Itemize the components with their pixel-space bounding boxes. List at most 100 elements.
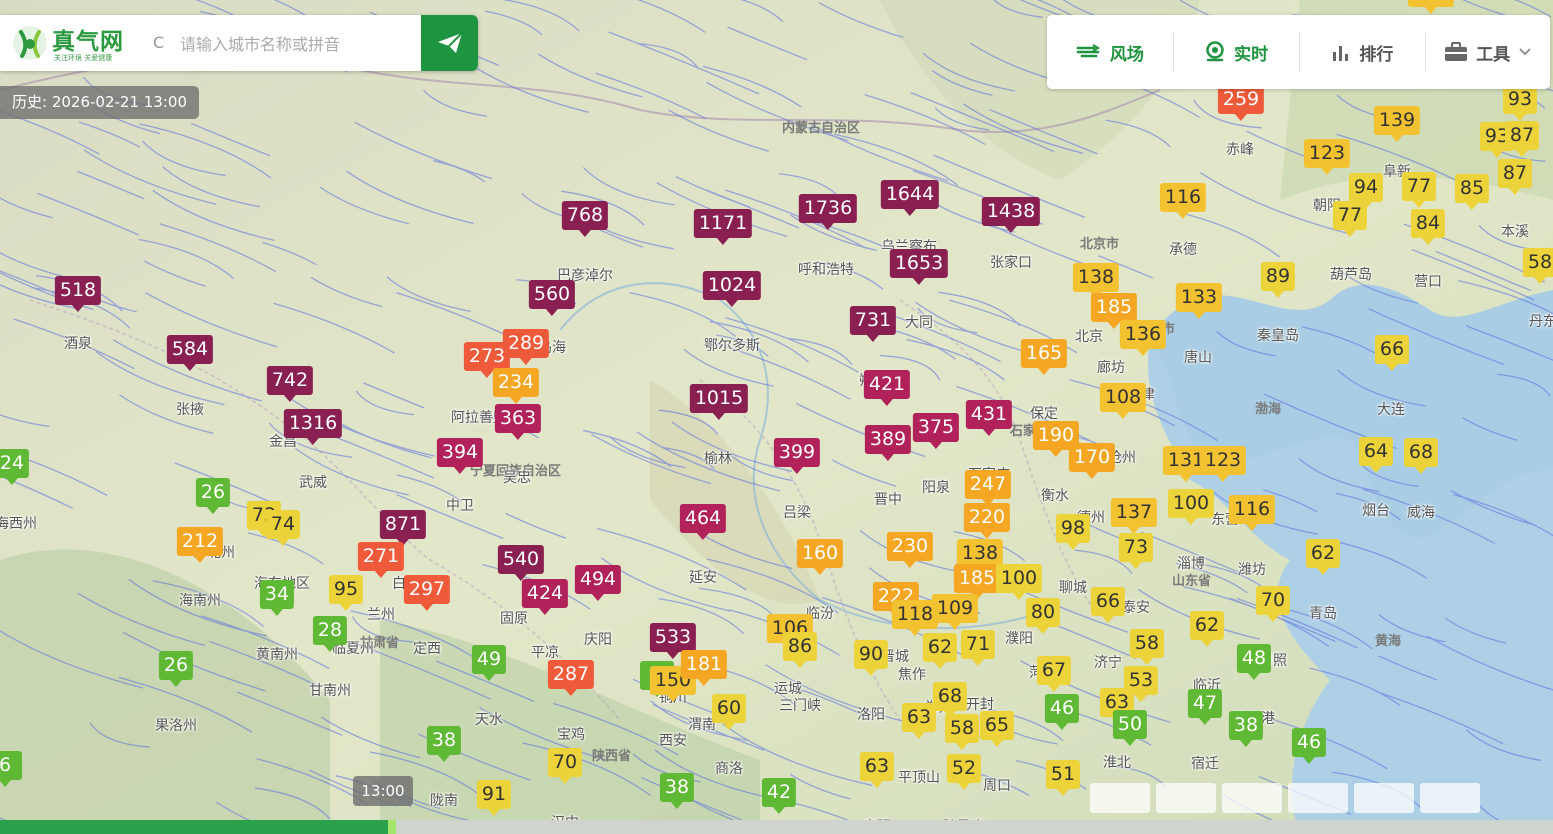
aqi-marker[interactable]: 234	[492, 368, 540, 404]
city-label[interactable]: 平顶山	[898, 767, 940, 787]
aqi-marker[interactable]: 60	[711, 694, 747, 730]
aqi-marker[interactable]: 98	[1055, 514, 1091, 550]
city-label[interactable]: 庆阳	[584, 629, 612, 649]
city-label[interactable]: 商洛	[715, 758, 743, 778]
city-label[interactable]: 酒泉	[64, 333, 92, 353]
city-label[interactable]: 海南州	[179, 590, 221, 610]
map-canvas[interactable]: 内蒙古自治区北京市天津市陕西省山东省甘肃省宁夏回族自治区石家庄市黄海渤海 126…	[0, 0, 1553, 834]
aqi-marker[interactable]: 421	[863, 370, 911, 406]
aqi-marker[interactable]: 399	[773, 438, 821, 474]
aqi-marker[interactable]: 66	[1090, 587, 1126, 623]
city-label[interactable]: 淄博	[1177, 553, 1205, 573]
aqi-marker[interactable]: 70	[1255, 586, 1291, 622]
aqi-marker[interactable]: 424	[521, 579, 569, 615]
aqi-marker[interactable]: 90	[853, 640, 889, 676]
wind-field-button[interactable]: 风场	[1047, 15, 1173, 89]
aqi-marker[interactable]: 584	[166, 335, 214, 371]
aqi-marker[interactable]: 68	[932, 682, 968, 718]
aqi-marker[interactable]: 46	[1044, 694, 1080, 730]
city-label[interactable]: 黄南州	[256, 644, 298, 664]
city-label[interactable]: 海西州	[0, 513, 37, 533]
aqi-marker[interactable]: 389	[864, 425, 912, 461]
aqi-marker[interactable]: 87	[1504, 121, 1540, 157]
aqi-marker[interactable]: 394	[436, 438, 484, 474]
city-label[interactable]: 阳泉	[922, 477, 950, 497]
aqi-marker[interactable]: 62	[1189, 611, 1225, 647]
city-label[interactable]: 青岛	[1309, 603, 1337, 623]
city-label[interactable]: 大同	[905, 312, 933, 332]
city-label[interactable]: 呼和浩特	[798, 259, 854, 279]
aqi-marker[interactable]: 46	[1291, 728, 1327, 764]
aqi-marker[interactable]: 133	[1175, 283, 1223, 319]
city-label[interactable]: 三门峡	[779, 695, 821, 715]
city-label[interactable]: 焦作	[898, 664, 926, 684]
aqi-marker[interactable]: 137	[1110, 498, 1158, 534]
city-label[interactable]: 陇南	[430, 790, 458, 810]
city-label[interactable]: 保定	[1030, 403, 1058, 423]
aqi-marker[interactable]: 74	[265, 510, 301, 546]
aqi-marker[interactable]: 100	[995, 564, 1043, 600]
aqi-marker[interactable]: 1644	[880, 180, 940, 216]
aqi-marker[interactable]: 116	[1228, 495, 1276, 531]
aqi-marker[interactable]: 26	[158, 651, 194, 687]
aqi-marker[interactable]: 1015	[689, 384, 749, 420]
aqi-marker[interactable]: 1736	[798, 194, 858, 230]
aqi-marker[interactable]: 731	[849, 306, 897, 342]
aqi-marker[interactable]: 109	[931, 594, 979, 630]
city-label[interactable]: 果洛州	[155, 715, 197, 735]
aqi-marker[interactable]: 87	[1497, 159, 1533, 195]
city-label[interactable]: 鄂尔多斯	[704, 335, 760, 355]
city-label[interactable]: 泰安	[1122, 597, 1150, 617]
aqi-marker[interactable]: 165	[1020, 339, 1068, 375]
search-button[interactable]	[421, 15, 478, 71]
city-label[interactable]: 宝鸡	[557, 724, 585, 744]
aqi-marker[interactable]: 47	[1187, 689, 1223, 725]
aqi-marker[interactable]: 38	[659, 773, 695, 809]
aqi-marker[interactable]: 212	[176, 527, 224, 563]
city-label[interactable]: 西安	[659, 730, 687, 750]
aqi-marker[interactable]: 259	[1217, 85, 1265, 121]
city-label[interactable]: 宿迁	[1191, 753, 1219, 773]
aqi-marker[interactable]: 95	[328, 575, 364, 611]
aqi-marker[interactable]: 100	[1167, 489, 1215, 525]
aqi-marker[interactable]: 139	[1373, 106, 1421, 142]
city-label[interactable]: 甘南州	[309, 680, 351, 700]
aqi-marker[interactable]: 560	[528, 280, 576, 316]
aqi-marker[interactable]: 871	[379, 510, 427, 546]
city-label[interactable]: 平凉	[531, 642, 559, 662]
realtime-button[interactable]: 实时	[1174, 15, 1299, 89]
city-label[interactable]: 周口	[983, 775, 1011, 795]
aqi-marker[interactable]: 742	[266, 366, 314, 402]
city-label[interactable]: 丹东	[1529, 311, 1553, 331]
aqi-marker[interactable]: 1653	[889, 249, 949, 285]
city-label[interactable]: 烟台	[1362, 500, 1390, 520]
aqi-marker[interactable]: 1438	[981, 197, 1041, 233]
aqi-marker[interactable]: 170	[1068, 443, 1116, 479]
aqi-marker[interactable]: 84	[1410, 209, 1446, 245]
city-label[interactable]: 兰州	[367, 604, 395, 624]
city-label[interactable]: 秦皇岛	[1257, 325, 1299, 345]
aqi-marker[interactable]: 1171	[693, 209, 753, 245]
aqi-marker[interactable]: 518	[54, 276, 102, 312]
aqi-marker[interactable]: 26	[195, 478, 231, 514]
aqi-marker[interactable]: 230	[886, 532, 934, 568]
aqi-marker[interactable]: 768	[561, 201, 609, 237]
aqi-marker[interactable]: 73	[1118, 533, 1154, 569]
city-label[interactable]: 威海	[1407, 502, 1435, 522]
city-label[interactable]: 天水	[475, 709, 503, 729]
aqi-marker[interactable]: 1024	[702, 271, 762, 307]
aqi-marker[interactable]: 136	[1119, 320, 1167, 356]
city-label[interactable]: 潍坊	[1238, 559, 1266, 579]
aqi-marker[interactable]: 375	[912, 413, 960, 449]
city-label[interactable]: 定西	[413, 638, 441, 658]
aqi-marker[interactable]: 52	[946, 754, 982, 790]
city-label[interactable]: 济宁	[1094, 652, 1122, 672]
aqi-marker[interactable]: 220	[963, 503, 1011, 539]
aqi-marker[interactable]: 297	[403, 575, 451, 611]
aqi-marker[interactable]: 93	[1502, 85, 1538, 121]
city-label[interactable]: 聊城	[1059, 577, 1087, 597]
aqi-marker[interactable]: 247	[964, 470, 1012, 506]
ranking-button[interactable]: 排行	[1300, 15, 1426, 89]
aqi-marker[interactable]: 464	[679, 504, 727, 540]
aqi-marker[interactable]: 86	[782, 632, 818, 668]
